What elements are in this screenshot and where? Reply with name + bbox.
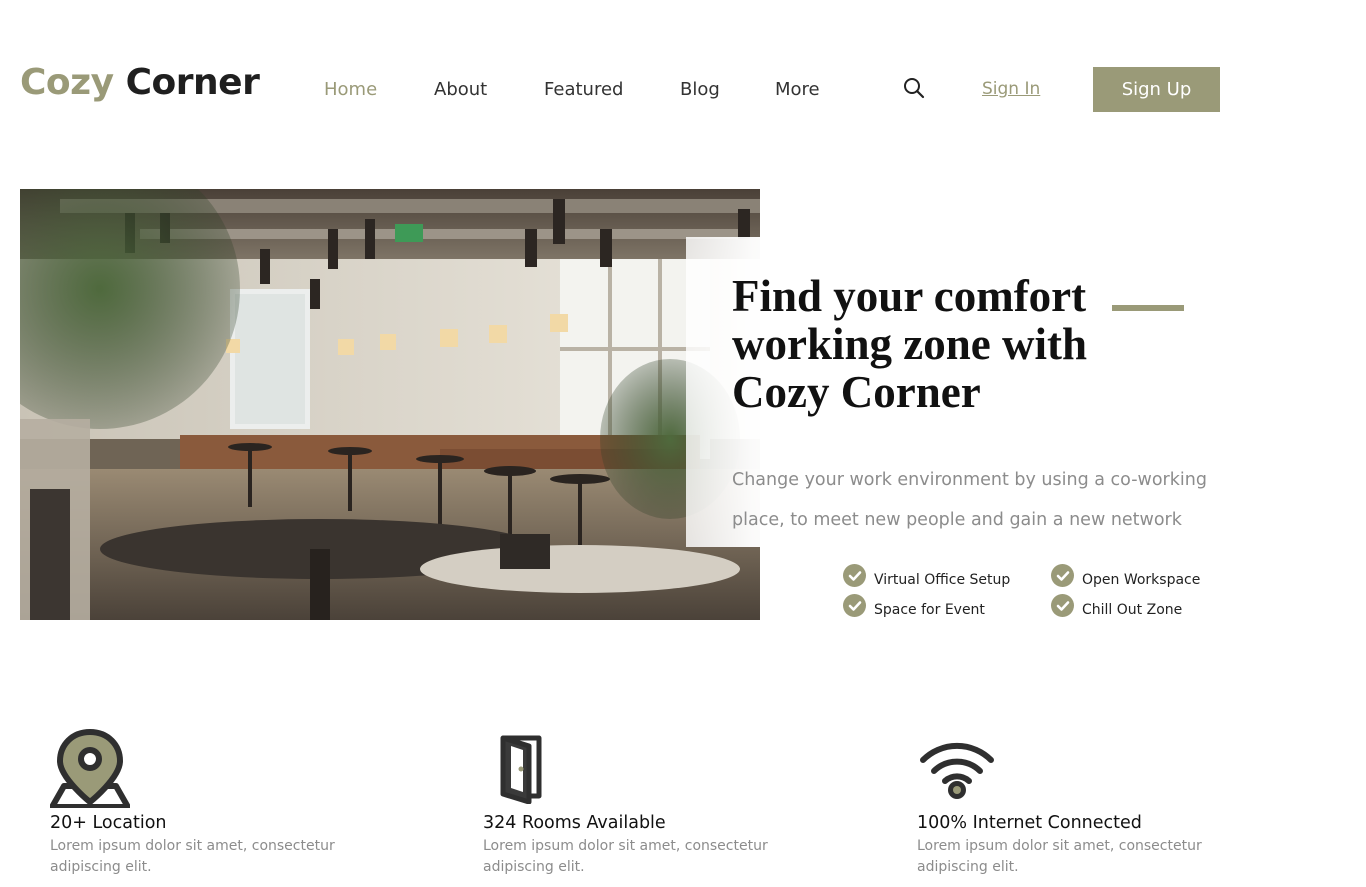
nav-item-featured[interactable]: Featured — [544, 78, 623, 102]
feature-label: Open Workspace — [1082, 571, 1201, 588]
stat-title: 20+ Location — [50, 813, 167, 833]
check-icon — [1051, 564, 1074, 587]
stat-title: 324 Rooms Available — [483, 813, 666, 833]
check-icon — [1051, 594, 1074, 617]
feature-label: Space for Event — [874, 601, 985, 618]
nav-item-more[interactable]: More — [775, 78, 820, 102]
nav-item-home[interactable]: Home — [324, 78, 377, 102]
check-icon — [843, 594, 866, 617]
location-pin-icon — [49, 728, 131, 813]
brand-logo[interactable]: Cozy Corner — [20, 60, 260, 106]
stat-description: Lorem ipsum dolor sit amet, consectetur … — [917, 838, 1202, 875]
brand-name-part1: Cozy — [20, 62, 114, 103]
hero-image — [20, 189, 760, 620]
nav-item-about[interactable]: About — [434, 78, 487, 102]
search-icon[interactable] — [903, 77, 925, 99]
wifi-icon — [919, 738, 995, 805]
feature-item: Chill Out Zone — [1051, 594, 1183, 621]
hero-title: Find your comfort working zone with Cozy… — [732, 271, 1088, 417]
stat-description: Lorem ipsum dolor sit amet, consectetur … — [483, 838, 768, 875]
feature-item: Virtual Office Setup — [843, 564, 1011, 591]
title-accent-line — [1112, 305, 1184, 311]
brand-name-part2: Corner — [125, 62, 260, 103]
check-icon — [843, 564, 866, 587]
sign-up-button[interactable]: Sign Up — [1093, 67, 1220, 112]
stat-title: 100% Internet Connected — [917, 813, 1142, 833]
feature-item: Open Workspace — [1051, 564, 1201, 591]
door-icon — [497, 734, 549, 809]
stat-description: Lorem ipsum dolor sit amet, consectetur … — [50, 838, 335, 875]
feature-label: Virtual Office Setup — [874, 571, 1011, 588]
feature-label: Chill Out Zone — [1082, 601, 1183, 618]
sign-in-link[interactable]: Sign In — [982, 78, 1040, 100]
nav-item-blog[interactable]: Blog — [680, 78, 720, 102]
feature-item: Space for Event — [843, 594, 985, 621]
hero-subtitle: Change your work environment by using a … — [732, 470, 1207, 530]
